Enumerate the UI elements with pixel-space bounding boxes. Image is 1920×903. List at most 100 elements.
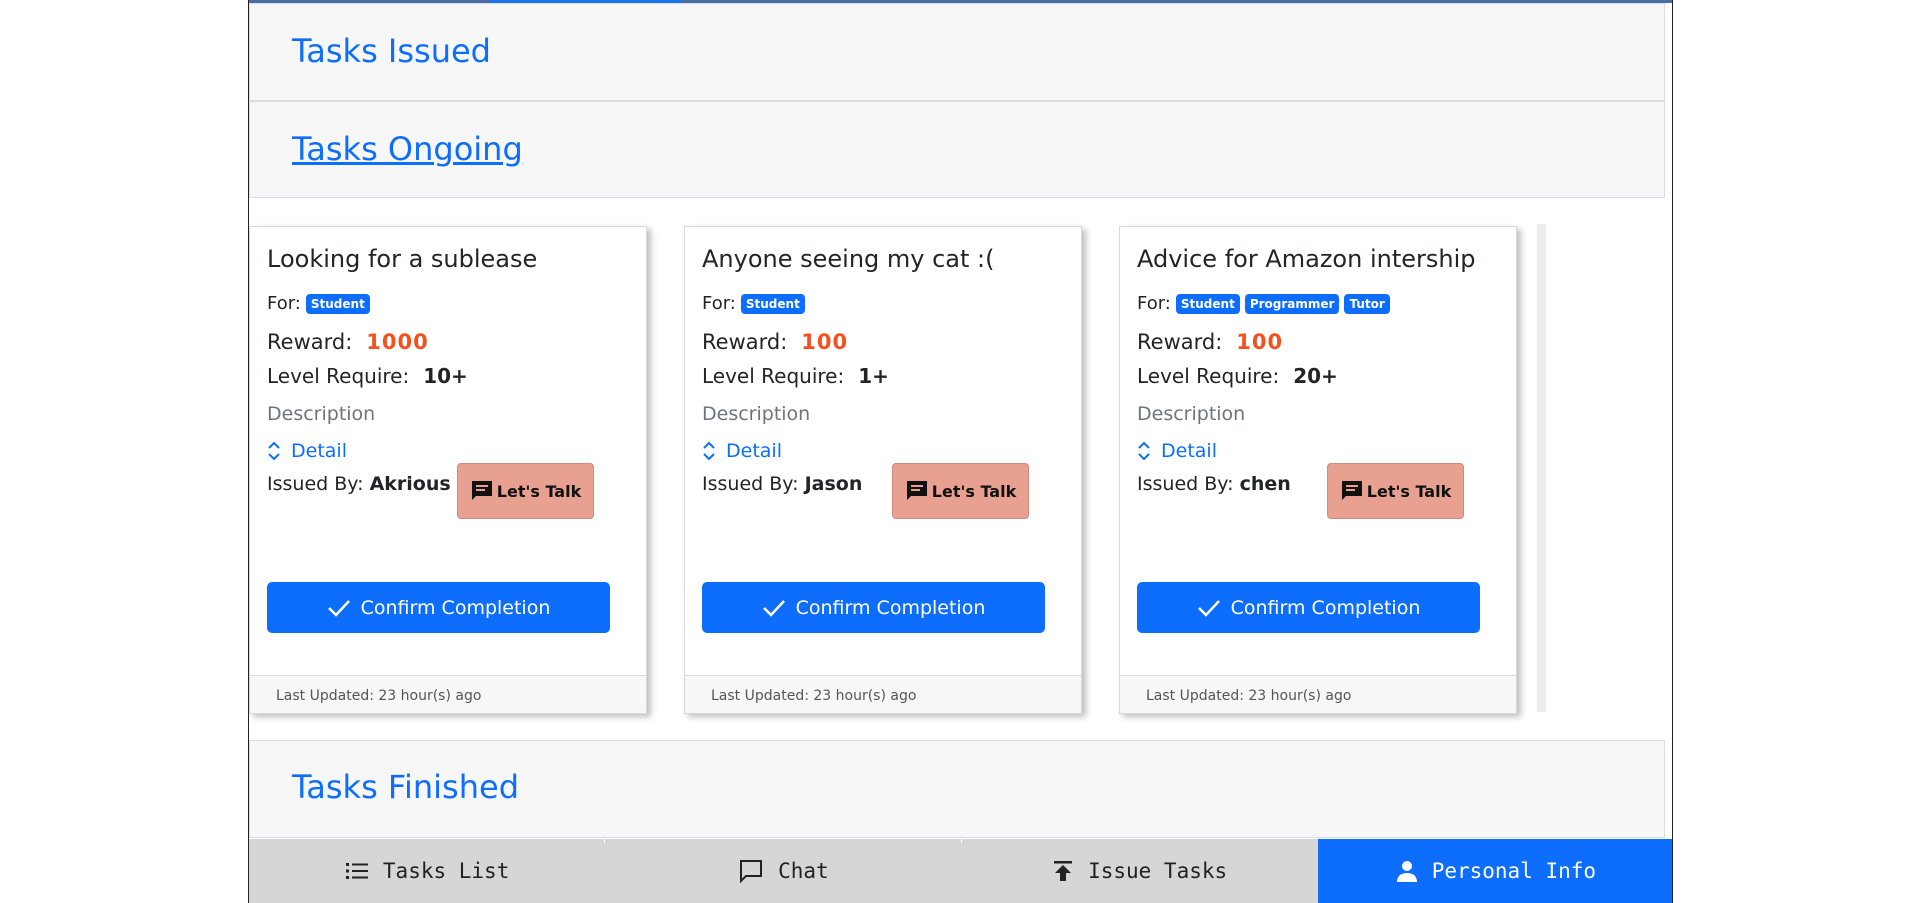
expand-collapse-icon [703,441,715,461]
tasks-ongoing-title[interactable]: Tasks Ongoing [292,130,523,168]
issued-by-label: Issued By: [1137,473,1234,495]
description-label: Description [1137,403,1246,425]
person-icon [1396,861,1417,882]
nav-tasks-list[interactable]: Tasks List [249,839,606,903]
detail-toggle[interactable]: Detail [1137,440,1217,462]
issued-by-row: Issued By: chen [1137,473,1291,495]
tag-badge: Tutor [1344,293,1390,314]
tag-badge: Student [305,293,370,314]
issued-by-row: Issued By: Akrious [267,473,451,495]
lets-talk-label: Let's Talk [496,481,582,501]
last-updated: Last Updated: 23 hour(s) ago [1146,688,1352,704]
confirm-label: Confirm Completion [360,596,551,619]
for-row: For: Student [702,293,805,314]
issued-by-label: Issued By: [702,473,799,495]
detail-label[interactable]: Detail [1161,440,1217,462]
checkmark-icon [762,599,785,617]
last-updated: Last Updated: 23 hour(s) ago [276,688,482,704]
detail-label[interactable]: Detail [726,440,782,462]
nav-issue-tasks[interactable]: Issue Tasks [962,839,1318,903]
level-label: Level Require: [267,364,410,388]
tasks-finished-title[interactable]: Tasks Finished [292,768,519,806]
issued-by-label: Issued By: [267,473,364,495]
tasks-issued-title[interactable]: Tasks Issued [292,32,491,70]
level-value: 1+ [858,364,889,388]
checkmark-icon [1197,599,1220,617]
level-label: Level Require: [1137,364,1280,388]
tag-badge: Programmer [1244,293,1340,314]
reward-row: Reward: 100 [1137,330,1283,354]
for-label: For: [267,293,301,314]
card-footer: Last Updated: 23 hour(s) ago [685,675,1081,713]
checkmark-icon [327,599,350,617]
confirm-label: Confirm Completion [795,596,986,619]
for-row: For: Student Programmer Tutor [1137,293,1390,314]
expand-collapse-icon [268,441,280,461]
issued-by-row: Issued By: Jason [702,473,862,495]
lets-talk-button[interactable]: Let's Talk [457,463,594,519]
last-updated: Last Updated: 23 hour(s) ago [711,688,917,704]
task-title: Looking for a sublease [267,245,538,273]
horizontal-scroll-edge [1537,224,1546,712]
accordion-tasks-issued[interactable]: Tasks Issued [249,3,1665,101]
reward-label: Reward: [1137,330,1223,354]
for-label: For: [1137,293,1171,314]
nav-personal-info[interactable]: Personal Info [1317,839,1672,903]
lets-talk-button[interactable]: Let's Talk [892,463,1029,519]
reward-label: Reward: [267,330,353,354]
card-footer: Last Updated: 23 hour(s) ago [1120,675,1516,713]
tag-badge: Student [740,293,805,314]
level-value: 20+ [1293,364,1338,388]
level-row: Level Require: 1+ [702,364,889,388]
nav-chat[interactable]: Chat [605,839,962,903]
confirm-completion-button[interactable]: Confirm Completion [267,582,610,633]
reward-value: 1000 [366,330,429,354]
nav-label: Personal Info [1431,859,1597,883]
chat-bubble-icon [740,860,763,884]
chat-message-icon [471,481,492,500]
detail-toggle[interactable]: Detail [702,440,782,462]
card-footer: Last Updated: 23 hour(s) ago [250,675,646,713]
lets-talk-label: Let's Talk [931,481,1017,501]
accordion-tasks-ongoing[interactable]: Tasks Ongoing [249,101,1665,198]
confirm-completion-button[interactable]: Confirm Completion [1137,582,1480,633]
description-label: Description [267,403,376,425]
task-card: Advice for Amazon intership For: Student… [1119,226,1517,714]
issuer-name: Akrious [369,473,451,495]
reward-row: Reward: 1000 [267,330,429,354]
upload-icon [1054,861,1073,881]
task-card: Anyone seeing my cat :( For: Student Rew… [684,226,1082,714]
tag-badge: Student [1175,293,1240,314]
reward-row: Reward: 100 [702,330,848,354]
task-card: Looking for a sublease For: Student Rewa… [249,226,647,714]
lets-talk-label: Let's Talk [1366,481,1452,501]
confirm-label: Confirm Completion [1230,596,1421,619]
accordion-tasks-finished[interactable]: Tasks Finished [249,740,1665,838]
confirm-completion-button[interactable]: Confirm Completion [702,582,1045,633]
reward-value: 100 [801,330,849,354]
nav-label: Tasks List [382,859,510,883]
issuer-name: chen [1239,473,1291,495]
for-row: For: Student [267,293,370,314]
task-title: Anyone seeing my cat :( [702,245,995,273]
level-value: 10+ [423,364,468,388]
reward-value: 100 [1236,330,1284,354]
expand-collapse-icon [1138,441,1150,461]
chat-message-icon [906,481,927,500]
level-row: Level Require: 10+ [267,364,468,388]
issuer-name: Jason [804,473,863,495]
detail-toggle[interactable]: Detail [267,440,347,462]
level-row: Level Require: 20+ [1137,364,1338,388]
task-title: Advice for Amazon intership [1137,245,1476,273]
lets-talk-button[interactable]: Let's Talk [1327,463,1464,519]
level-label: Level Require: [702,364,845,388]
list-icon [345,863,368,879]
description-label: Description [702,403,811,425]
nav-label: Issue Tasks [1088,859,1228,883]
bottom-navigation: Tasks List Chat Issue Tasks Personal Inf… [249,839,1672,903]
nav-label: Chat [778,859,829,883]
reward-label: Reward: [702,330,788,354]
detail-label[interactable]: Detail [291,440,347,462]
for-label: For: [702,293,736,314]
ongoing-cards-container: Looking for a sublease For: Student Rewa… [249,198,1665,740]
